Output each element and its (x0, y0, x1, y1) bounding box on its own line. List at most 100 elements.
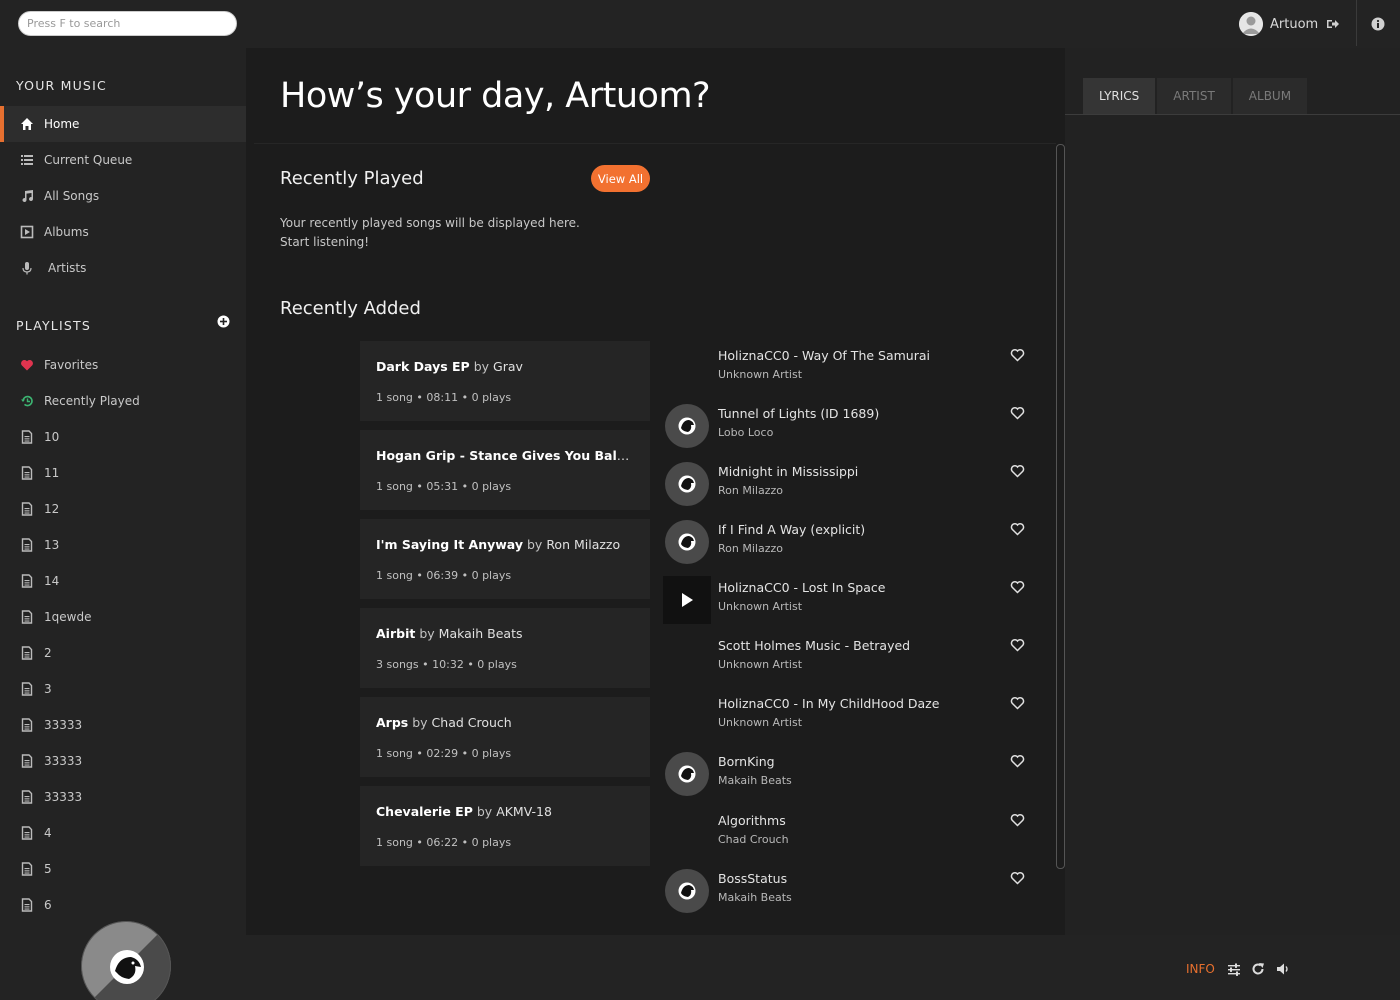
album-card[interactable]: Chevalerie EP by AKMV-18 1 song • 06:22 •… (360, 786, 650, 866)
sidebar-playlist-item[interactable]: 10 (0, 419, 246, 455)
heart-icon[interactable] (1010, 871, 1025, 885)
sidebar-playlist-item[interactable]: 12 (0, 491, 246, 527)
song-artwork[interactable] (663, 750, 711, 798)
sidebar-playlist-item[interactable]: 2 (0, 635, 246, 671)
sidebar-item-albums[interactable]: Albums (0, 214, 246, 250)
recently-played-heading: Recently Played (280, 168, 424, 189)
heart-icon[interactable] (1010, 522, 1025, 536)
user-menu[interactable]: Artuom (1239, 12, 1318, 36)
album-by-label: by (473, 359, 490, 374)
song-row[interactable]: Algorithms Chad Crouch (663, 806, 1033, 856)
song-row[interactable]: HoliznaCC0 - Way Of The Samurai Unknown A… (663, 341, 1033, 391)
album-card[interactable]: Hogan Grip - Stance Gives You Balance by… (360, 430, 650, 510)
sidebar-playlist-item[interactable]: 11 (0, 455, 246, 491)
heart-icon[interactable] (1010, 406, 1025, 420)
heart-icon[interactable] (1010, 464, 1025, 478)
sidebar-playlist-item[interactable]: 33333 (0, 707, 246, 743)
volume-icon[interactable] (1276, 962, 1290, 976)
song-row[interactable]: BornKing Makaih Beats (663, 747, 1033, 797)
song-artwork[interactable] (663, 867, 711, 915)
sidebar-playlist-item[interactable]: 33333 (0, 779, 246, 815)
heart-icon[interactable] (1010, 754, 1025, 768)
sidebar-playlist-item[interactable]: 13 (0, 527, 246, 563)
album-card[interactable]: Dark Days EP by Grav 1 song • 08:11 • 0 p… (360, 341, 650, 421)
queue-icon (20, 153, 34, 167)
song-artwork[interactable] (663, 402, 711, 450)
sidebar-item-artists[interactable]: Artists (0, 250, 246, 286)
sidebar-playlist-recently-played[interactable]: Recently Played (0, 383, 246, 419)
main-content: How’s your day, Artuom? Recently Played … (246, 48, 1065, 935)
album-artist: Makaih Beats (438, 626, 523, 641)
repeat-icon[interactable] (1251, 962, 1265, 976)
sidebar-item-current-queue[interactable]: Current Queue (0, 142, 246, 178)
main-scrollbar[interactable] (1056, 144, 1065, 869)
sidebar-playlist-item[interactable]: 3 (0, 671, 246, 707)
song-title: HoliznaCC0 - Lost In Space (718, 580, 886, 595)
hint-line: Your recently played songs will be displ… (280, 216, 580, 230)
tab-lyrics[interactable]: LYRICS (1083, 78, 1156, 114)
equalizer-icon[interactable] (1227, 962, 1241, 976)
recently-added-heading: Recently Added (280, 298, 421, 319)
info-icon[interactable] (1371, 17, 1385, 31)
sidebar-item-label: 10 (44, 430, 60, 444)
album-card[interactable]: Arps by Chad Crouch 1 song • 02:29 • 0 pl… (360, 697, 650, 777)
sidebar-playlist-item[interactable]: 14 (0, 563, 246, 599)
sidebar-playlist-item[interactable]: 4 (0, 815, 246, 851)
microphone-icon (20, 261, 34, 275)
album-title: Arps (376, 715, 409, 730)
song-row[interactable]: Tunnel of Lights (ID 1689) Lobo Loco (663, 399, 1033, 449)
sidebar-item-label: 2 (44, 646, 52, 660)
song-row[interactable]: HoliznaCC0 - Lost In Space Unknown Artist (663, 573, 1033, 624)
tab-artist[interactable]: ARTIST (1157, 78, 1231, 114)
add-playlist-icon[interactable] (217, 315, 230, 328)
tabs-divider (1065, 114, 1400, 115)
heart-icon[interactable] (1010, 813, 1025, 827)
file-icon (20, 718, 34, 732)
view-all-button[interactable]: View All (591, 165, 650, 192)
album-card[interactable]: I'm Saying It Anyway by Ron Milazzo 1 son… (360, 519, 650, 599)
tab-album[interactable]: ALBUM (1232, 78, 1308, 114)
sidebar-playlist-item[interactable]: 5 (0, 851, 246, 887)
heart-icon[interactable] (1010, 696, 1025, 710)
album-by-label: by (419, 626, 435, 641)
song-artwork[interactable] (663, 460, 711, 508)
song-row[interactable]: Midnight in Mississippi Ron Milazzo (663, 457, 1033, 507)
heart-icon[interactable] (1010, 348, 1025, 362)
sidebar-item-label: 6 (44, 898, 52, 912)
heart-icon[interactable] (1010, 580, 1025, 594)
album-title: Airbit (376, 626, 416, 641)
file-icon (20, 502, 34, 516)
song-row[interactable]: Scott Holmes Music - Betrayed Unknown Art… (663, 631, 1033, 681)
sidebar-item-label: Albums (44, 225, 89, 239)
album-meta: 1 song • 05:31 • 0 plays (376, 480, 512, 493)
song-title: BornKing (718, 754, 775, 769)
file-icon (20, 610, 34, 624)
info-button[interactable]: INFO (1186, 962, 1215, 976)
search-input[interactable] (18, 11, 237, 36)
album-card-title-line: Chevalerie EP by AKMV-18 (376, 804, 634, 819)
heart-icon[interactable] (1010, 638, 1025, 652)
song-artist: Unknown Artist (718, 658, 803, 671)
sidebar-item-label: Home (44, 117, 80, 131)
sidebar-item-label: Current Queue (44, 153, 133, 167)
play-icon[interactable] (663, 576, 711, 624)
sidebar-item-label: Favorites (44, 358, 99, 372)
sidebar-item-all-songs[interactable]: All Songs (0, 178, 246, 214)
sidebar: YOUR MUSIC Home Current Queue All Songs … (0, 48, 246, 935)
album-card[interactable]: Airbit by Makaih Beats 3 songs • 10:32 • … (360, 608, 650, 688)
song-artwork[interactable] (663, 518, 711, 566)
song-row[interactable]: If I Find A Way (explicit) Ron Milazzo (663, 515, 1033, 565)
sidebar-playlist-item[interactable]: 33333 (0, 743, 246, 779)
sidebar-playlist-item[interactable]: 6 (0, 887, 246, 923)
logout-icon[interactable] (1326, 17, 1340, 31)
song-row[interactable]: HoliznaCC0 - In My ChildHood Daze Unknown… (663, 689, 1033, 739)
song-title: Midnight in Mississippi (718, 464, 859, 479)
file-icon (20, 682, 34, 696)
file-icon (20, 430, 34, 444)
song-row[interactable]: BossStatus Makaih Beats (663, 864, 1033, 914)
album-by-label: by (476, 804, 493, 819)
recently-played-empty-hint: Your recently played songs will be displ… (280, 214, 580, 252)
sidebar-playlist-favorites[interactable]: Favorites (0, 347, 246, 383)
sidebar-playlist-item[interactable]: 1qewde (0, 599, 246, 635)
sidebar-item-home[interactable]: Home (0, 106, 246, 142)
